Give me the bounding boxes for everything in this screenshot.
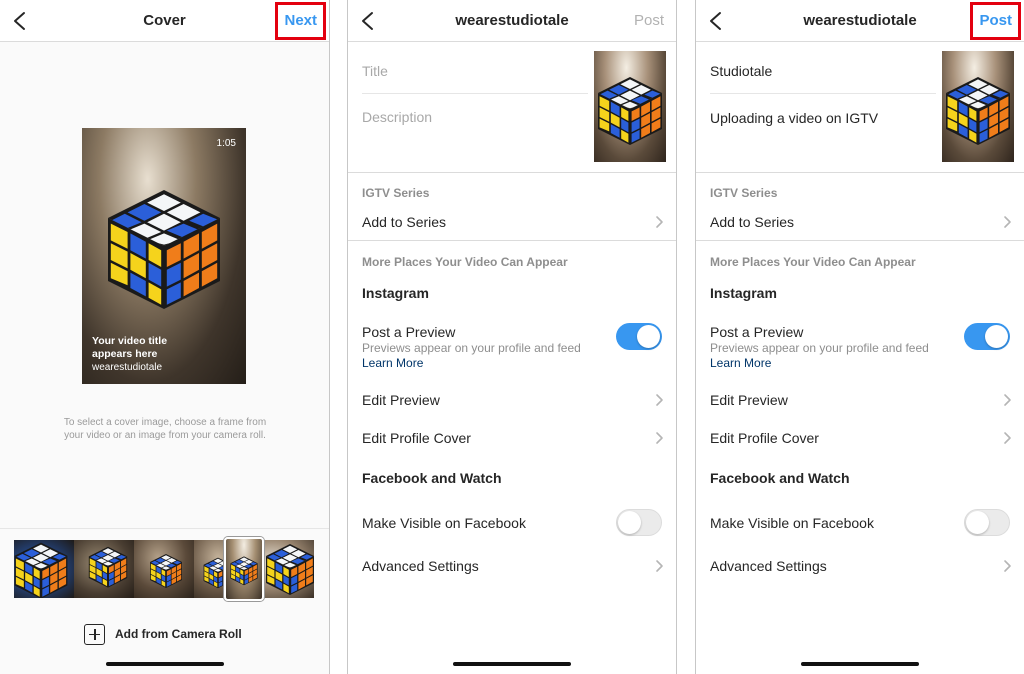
- toggle-knob: [618, 511, 641, 534]
- post-button[interactable]: Post: [970, 2, 1021, 40]
- rubiks-cube-image: [108, 190, 220, 309]
- section-divider: [696, 172, 1024, 173]
- section-divider: [348, 172, 676, 173]
- cover-caption: Your video title appears here wearestudi…: [92, 335, 167, 374]
- frame-scrubber[interactable]: [14, 540, 314, 598]
- facebook-heading: Facebook and Watch: [362, 470, 502, 486]
- field-divider: [710, 93, 936, 94]
- screen-divider: [676, 0, 677, 674]
- cube-frame-icon: [230, 556, 258, 586]
- field-divider: [362, 93, 588, 94]
- chevron-right-icon[interactable]: [655, 393, 664, 407]
- post-preview-description: Previews appear on your profile and feed: [710, 341, 929, 355]
- frame-thumbnail[interactable]: [134, 540, 194, 598]
- make-visible-label: Make Visible on Facebook: [710, 515, 874, 531]
- edit-profile-cover-row[interactable]: Edit Profile Cover: [362, 430, 471, 446]
- home-indicator: [105, 662, 224, 666]
- selected-frame[interactable]: [224, 537, 264, 601]
- post-preview-label: Post a Preview: [362, 324, 456, 340]
- details-screen-empty: wearestudiotale Post Title Description I…: [348, 0, 676, 674]
- instagram-heading: Instagram: [362, 285, 429, 301]
- caption-title-line2: appears here: [92, 348, 158, 360]
- video-thumbnail: [942, 51, 1014, 162]
- home-indicator: [801, 662, 919, 666]
- video-thumbnail: [594, 51, 666, 162]
- learn-more-link[interactable]: Learn More: [362, 356, 423, 370]
- make-visible-toggle[interactable]: [964, 509, 1010, 536]
- details-navbar: wearestudiotale Post: [348, 0, 676, 42]
- cube-frame-icon: [150, 554, 182, 588]
- next-button[interactable]: Next: [275, 2, 326, 40]
- title-input[interactable]: Title: [362, 63, 388, 79]
- cover-hint-line1: To select a cover image, choose a frame …: [63, 417, 267, 428]
- caption-title-line1: Your video title: [92, 335, 168, 347]
- learn-more-link[interactable]: Learn More: [710, 356, 771, 370]
- more-places-label: More Places Your Video Can Appear: [362, 255, 568, 269]
- chevron-right-icon[interactable]: [655, 215, 664, 229]
- rubiks-cube-image: [946, 77, 1010, 145]
- chevron-right-icon[interactable]: [1003, 431, 1012, 445]
- facebook-heading: Facebook and Watch: [710, 470, 850, 486]
- toggle-knob: [637, 325, 660, 348]
- frame-thumbnail[interactable]: [14, 540, 74, 598]
- screen-divider: [329, 0, 330, 674]
- section-divider: [696, 240, 1024, 241]
- add-from-camera-roll-button[interactable]: Add from Camera Roll: [84, 623, 242, 645]
- post-preview-toggle[interactable]: [964, 323, 1010, 350]
- cover-hint-line2: your video or an image from your camera …: [64, 430, 266, 441]
- igtv-series-label: IGTV Series: [362, 186, 430, 200]
- details-screen-filled: wearestudiotale Post Studiotale Uploadin…: [696, 0, 1024, 674]
- make-visible-toggle[interactable]: [616, 509, 662, 536]
- frame-thumbnail[interactable]: [74, 540, 134, 598]
- cover-preview-image: 1:05 Your video title appears here weare…: [82, 128, 246, 384]
- cube-frame-icon: [88, 546, 128, 588]
- advanced-settings-row[interactable]: Advanced Settings: [362, 558, 479, 574]
- details-navbar: wearestudiotale Post: [696, 0, 1024, 42]
- advanced-settings-row[interactable]: Advanced Settings: [710, 558, 827, 574]
- igtv-series-label: IGTV Series: [710, 186, 778, 200]
- frames-divider: [0, 528, 329, 529]
- chevron-right-icon[interactable]: [655, 559, 664, 573]
- instagram-heading: Instagram: [710, 285, 777, 301]
- add-to-series-row[interactable]: Add to Series: [362, 214, 446, 230]
- add-to-series-row[interactable]: Add to Series: [710, 214, 794, 230]
- plus-square-icon: [84, 623, 105, 645]
- chevron-right-icon[interactable]: [1003, 559, 1012, 573]
- cover-navbar: Cover Next: [0, 0, 329, 42]
- chevron-right-icon[interactable]: [1003, 393, 1012, 407]
- title-input[interactable]: Studiotale: [710, 63, 772, 79]
- section-divider: [348, 240, 676, 241]
- chevron-right-icon[interactable]: [1003, 215, 1012, 229]
- toggle-knob: [966, 511, 989, 534]
- make-visible-label: Make Visible on Facebook: [362, 515, 526, 531]
- cube-frame-icon: [14, 542, 68, 598]
- post-button-disabled[interactable]: Post: [634, 12, 664, 29]
- caption-username: wearestudiotale: [92, 362, 163, 373]
- toggle-knob: [985, 325, 1008, 348]
- post-preview-description: Previews appear on your profile and feed: [362, 341, 581, 355]
- chevron-right-icon[interactable]: [655, 431, 664, 445]
- edit-preview-row[interactable]: Edit Preview: [362, 392, 440, 408]
- cover-screen: Cover Next 1:05 Your video title appears…: [0, 0, 329, 674]
- video-duration: 1:05: [216, 138, 236, 149]
- cube-frame-icon: [266, 544, 314, 595]
- more-places-label: More Places Your Video Can Appear: [710, 255, 916, 269]
- add-from-camera-roll-label: Add from Camera Roll: [115, 627, 242, 641]
- edit-preview-row[interactable]: Edit Preview: [710, 392, 788, 408]
- rubiks-cube-image: [598, 77, 662, 145]
- post-preview-label: Post a Preview: [710, 324, 804, 340]
- cover-hint-text: To select a cover image, choose a frame …: [40, 416, 290, 442]
- account-title: wearestudiotale: [455, 12, 569, 29]
- description-input[interactable]: Uploading a video on IGTV: [710, 110, 878, 126]
- edit-profile-cover-row[interactable]: Edit Profile Cover: [710, 430, 819, 446]
- description-input[interactable]: Description: [362, 109, 432, 125]
- home-indicator: [453, 662, 571, 666]
- post-preview-toggle[interactable]: [616, 323, 662, 350]
